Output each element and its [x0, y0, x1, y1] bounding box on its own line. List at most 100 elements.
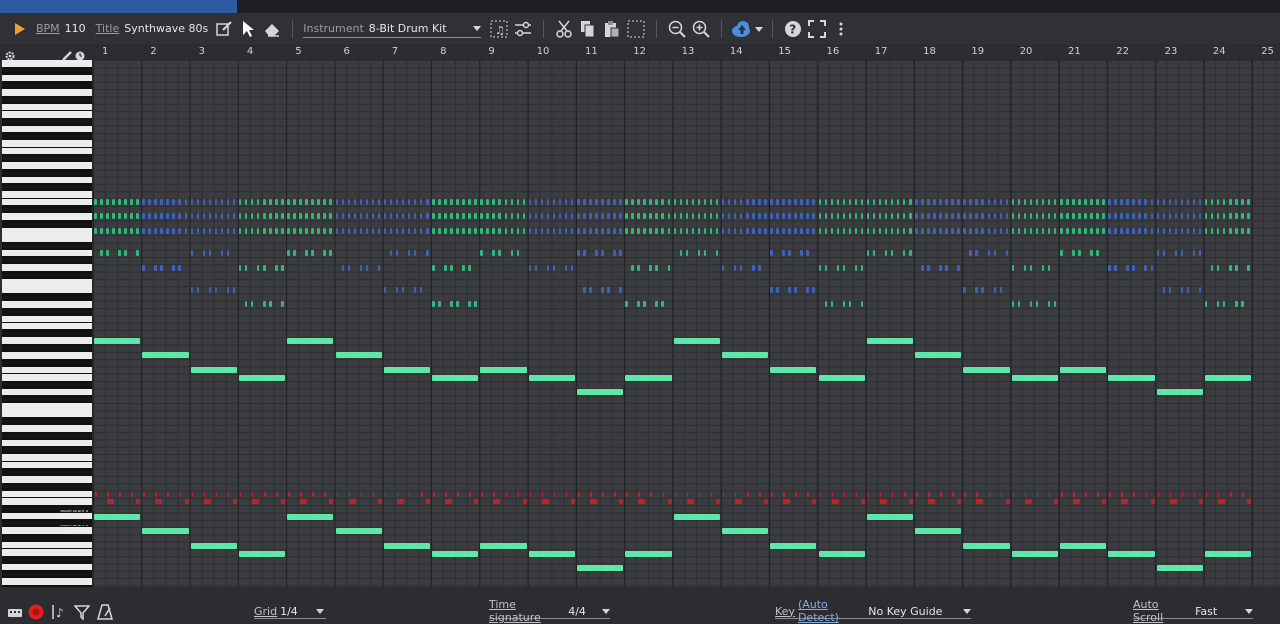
- piano-black-key[interactable]: [2, 244, 92, 248]
- note-arpeggio[interactable]: [564, 199, 568, 205]
- note-hihat[interactable]: [457, 492, 459, 497]
- edit-pencil-icon[interactable]: [212, 17, 236, 41]
- note-arpeggio[interactable]: [691, 228, 695, 234]
- note-arpeggio[interactable]: [637, 265, 640, 271]
- note-snare[interactable]: [1005, 499, 1010, 504]
- note-hihat[interactable]: [239, 492, 242, 497]
- note-hihat[interactable]: [553, 492, 556, 497]
- note-hihat[interactable]: [167, 492, 169, 497]
- note-arpeggio[interactable]: [160, 228, 163, 234]
- note-arpeggio[interactable]: [1102, 199, 1105, 205]
- note-snare[interactable]: [1053, 499, 1058, 504]
- note-arpeggio[interactable]: [715, 250, 719, 256]
- note-arpeggio[interactable]: [474, 228, 477, 234]
- timeline-ruler[interactable]: 1 2 3 4 5 6 7 8 9 10 11 12 13 14 15 16 17 18 19 20 21 22 23 24 2…: [0, 44, 1280, 61]
- note-arpeggio[interactable]: [655, 199, 658, 205]
- note-arpeggio[interactable]: [100, 199, 103, 205]
- note-arpeggio[interactable]: [1180, 287, 1184, 293]
- note-snare[interactable]: [667, 499, 672, 504]
- note-arpeggio[interactable]: [733, 199, 737, 205]
- note-arpeggio[interactable]: [884, 250, 888, 256]
- note-bass-low[interactable]: [625, 551, 672, 557]
- note-bass-low[interactable]: [1011, 551, 1058, 557]
- note-arpeggio[interactable]: [583, 199, 586, 205]
- piano-black-key[interactable]: [2, 507, 92, 511]
- note-arpeggio[interactable]: [1041, 265, 1045, 271]
- note-hihat[interactable]: [831, 492, 834, 497]
- note-arpeggio[interactable]: [993, 213, 997, 219]
- note-arpeggio[interactable]: [196, 228, 200, 234]
- quantize-notes-icon[interactable]: ♫: [487, 17, 511, 41]
- note-snare[interactable]: [1217, 499, 1225, 504]
- note-arpeggio[interactable]: [94, 228, 97, 234]
- note-arpeggio[interactable]: [1096, 213, 1099, 219]
- note-snare[interactable]: [860, 499, 865, 504]
- note-arpeggio[interactable]: [1144, 265, 1147, 271]
- note-arpeggio[interactable]: [196, 287, 200, 293]
- note-arpeggio[interactable]: [238, 213, 242, 219]
- note-arpeggio[interactable]: [1017, 213, 1021, 219]
- note-arpeggio[interactable]: [293, 213, 296, 219]
- note-arpeggio[interactable]: [649, 265, 652, 271]
- piano-white-key[interactable]: [2, 227, 92, 235]
- note-arpeggio[interactable]: [323, 228, 326, 234]
- note-arpeggio[interactable]: [1247, 213, 1250, 219]
- note-hihat[interactable]: [300, 492, 302, 497]
- note-arpeggio[interactable]: [770, 228, 773, 234]
- note-arpeggio[interactable]: [413, 250, 417, 256]
- metronome-icon[interactable]: [93, 600, 117, 624]
- note-hihat[interactable]: [276, 492, 278, 497]
- note-arpeggio[interactable]: [890, 213, 894, 219]
- note-arpeggio[interactable]: [733, 213, 737, 219]
- note-arpeggio[interactable]: [1247, 228, 1250, 234]
- note-bass-low[interactable]: [238, 551, 286, 557]
- note-snare[interactable]: [879, 499, 887, 504]
- note-arpeggio[interactable]: [190, 250, 194, 256]
- note-arpeggio[interactable]: [293, 199, 296, 205]
- note-arpeggio[interactable]: [232, 228, 236, 234]
- note-arpeggio[interactable]: [758, 213, 761, 219]
- note-bass-low[interactable]: [673, 514, 720, 520]
- note-arpeggio[interactable]: [1114, 265, 1117, 271]
- note-arpeggio[interactable]: [136, 250, 139, 256]
- piano-white-key[interactable]: [2, 388, 92, 396]
- note-arpeggio[interactable]: [1029, 199, 1033, 205]
- note-bass-low[interactable]: [818, 551, 865, 557]
- note-arpeggio[interactable]: [933, 199, 936, 205]
- note-arpeggio[interactable]: [824, 301, 828, 307]
- note-arpeggio[interactable]: [709, 213, 713, 219]
- note-bass-low[interactable]: [915, 528, 962, 534]
- note-arpeggio[interactable]: [528, 265, 532, 271]
- note-arpeggio[interactable]: [462, 199, 465, 205]
- note-hihat[interactable]: [1133, 492, 1135, 497]
- note-arpeggio[interactable]: [504, 199, 508, 205]
- note-arpeggio[interactable]: [516, 199, 520, 205]
- note-arpeggio[interactable]: [987, 213, 991, 219]
- note-arpeggio[interactable]: [854, 213, 858, 219]
- note-arpeggio[interactable]: [190, 228, 194, 234]
- note-arpeggio[interactable]: [1066, 228, 1069, 234]
- note-arpeggio[interactable]: [866, 228, 870, 234]
- note-bass-low[interactable]: [963, 543, 1010, 549]
- note-arpeggio[interactable]: [226, 250, 230, 256]
- note-arpeggio[interactable]: [1241, 199, 1244, 205]
- note-arpeggio[interactable]: [287, 228, 290, 234]
- note-arpeggio[interactable]: [305, 213, 308, 219]
- note-arpeggio[interactable]: [999, 228, 1003, 234]
- note-arpeggio[interactable]: [1120, 228, 1123, 234]
- title-value[interactable]: Synthwave 80s: [124, 22, 208, 35]
- note-arpeggio[interactable]: [860, 265, 864, 271]
- note-arpeggio[interactable]: [172, 213, 175, 219]
- note-hihat[interactable]: [155, 492, 157, 497]
- note-arpeggio[interactable]: [655, 213, 658, 219]
- note-bass[interactable]: [1156, 389, 1203, 395]
- note-arpeggio[interactable]: [691, 199, 695, 205]
- note-arpeggio[interactable]: [1235, 228, 1238, 234]
- note-arpeggio[interactable]: [812, 199, 815, 205]
- note-arpeggio[interactable]: [945, 228, 948, 234]
- note-arpeggio[interactable]: [1247, 199, 1250, 205]
- note-arpeggio[interactable]: [909, 250, 912, 256]
- note-arpeggio[interactable]: [1029, 228, 1033, 234]
- note-arpeggio[interactable]: [1210, 228, 1214, 234]
- note-bass[interactable]: [190, 367, 237, 373]
